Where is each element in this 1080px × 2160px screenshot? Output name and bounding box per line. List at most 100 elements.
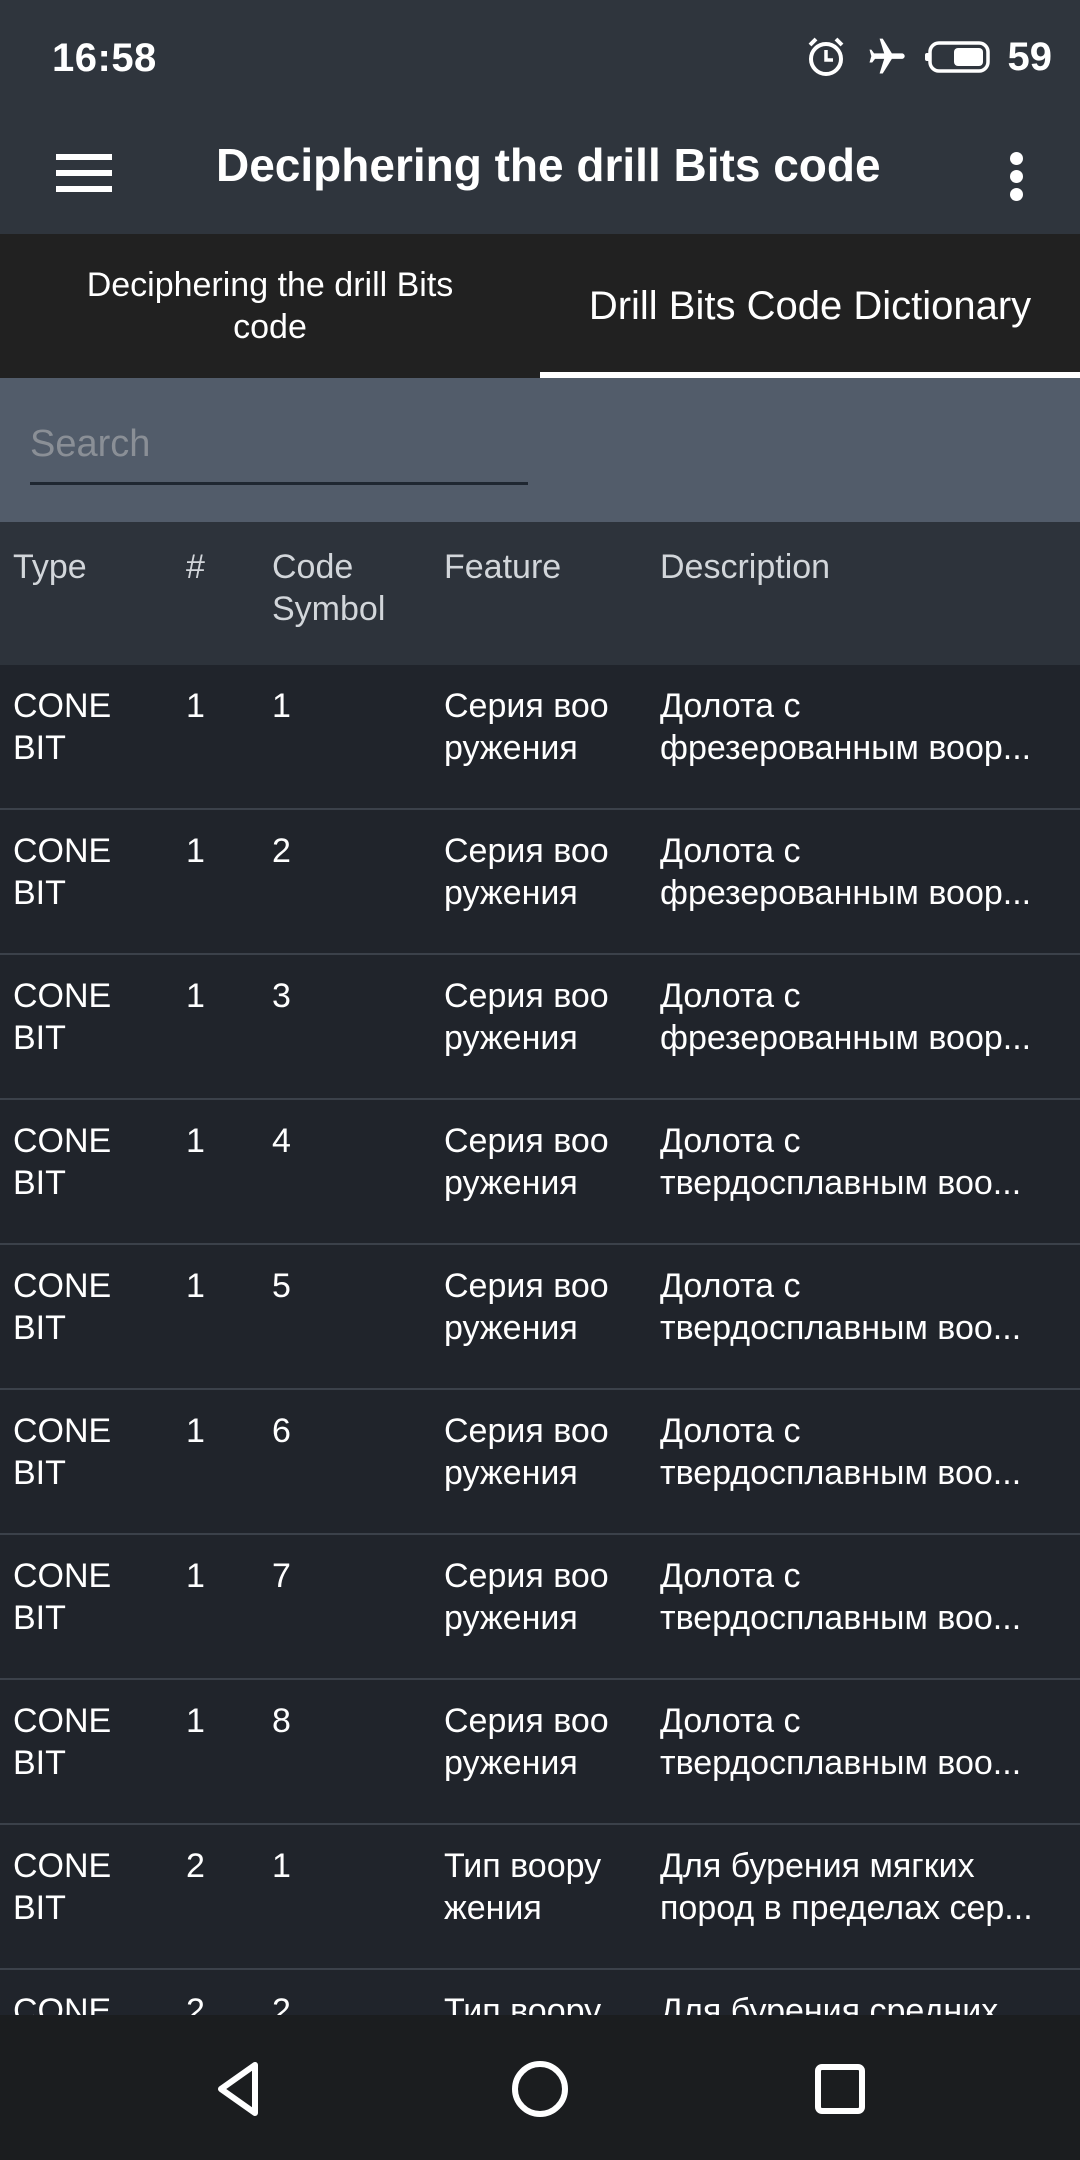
table-row[interactable]: CONE BIT 1 2 Серия воо ружения Долота с фрезе…	[0, 810, 1080, 955]
description-line: Для бурения мягких	[660, 1847, 975, 1885]
cell-code-symbol: 2	[272, 832, 291, 870]
cell-number: 1	[186, 832, 205, 870]
description-line: фрезерованным воор...	[660, 729, 1032, 767]
cell-feature: Серия воо ружения	[444, 1557, 609, 1637]
column-header-type[interactable]: Type	[13, 546, 163, 588]
table-row[interactable]: CONE BIT 1 7 Серия воо ружения Долота с тверд…	[0, 1535, 1080, 1680]
alarm-icon	[804, 35, 848, 79]
back-icon[interactable]	[196, 2049, 286, 2129]
app-bar: Deciphering the drill Bits code	[0, 112, 1080, 234]
description-line: фрезерованным воор...	[660, 1019, 1032, 1057]
battery-icon	[924, 39, 992, 75]
cell-number: 1	[186, 977, 205, 1015]
search-input[interactable]	[30, 422, 528, 466]
description-line: твердосплавным воо...	[660, 1599, 1022, 1637]
cell-code-symbol: 6	[272, 1412, 291, 1450]
table-body: CONE BIT 1 1 Серия воо ружения Долота с фрезе…	[0, 665, 1080, 2115]
cell-type: CONE BIT	[13, 977, 112, 1057]
description-line: Долота с	[660, 1557, 801, 1595]
status-time: 16:58	[52, 36, 157, 80]
tab-bar: Deciphering the drill Bits code Drill Bi…	[0, 234, 1080, 378]
description-line: Долота с	[660, 1267, 801, 1305]
column-header-feature[interactable]: Feature	[444, 546, 644, 588]
cell-code-symbol: 4	[272, 1122, 291, 1160]
description-line: Долота с	[660, 1702, 801, 1740]
tab-label: Deciphering the drill Bits code	[86, 266, 454, 346]
home-icon[interactable]	[495, 2049, 585, 2129]
cell-feature: Серия воо ружения	[444, 687, 609, 767]
column-header-number[interactable]: #	[186, 546, 246, 588]
cell-type: CONE BIT	[13, 1122, 112, 1202]
cell-type: CONE BIT	[13, 687, 112, 767]
cell-number: 1	[186, 1702, 205, 1740]
cell-type: CONE BIT	[13, 1847, 112, 1927]
cell-description: Долота с твердосплавным воо...	[660, 1265, 1060, 1349]
cell-feature: Серия воо ружения	[444, 1267, 609, 1347]
description-line: Долота с	[660, 1122, 801, 1160]
cell-feature: Серия воо ружения	[444, 1702, 609, 1782]
table-row[interactable]: CONE BIT 1 5 Серия воо ружения Долота с тверд…	[0, 1245, 1080, 1390]
tab-dictionary[interactable]: Drill Bits Code Dictionary	[540, 234, 1080, 378]
cell-type: CONE BIT	[13, 1412, 112, 1492]
table-row[interactable]: CONE BIT 2 1 Тип воору жения Для бурения мяг…	[0, 1825, 1080, 1970]
table-row[interactable]: CONE BIT 1 8 Серия воо ружения Долота с тверд…	[0, 1680, 1080, 1825]
cell-type: CONE BIT	[13, 1557, 112, 1637]
cell-number: 1	[186, 1557, 205, 1595]
cell-feature: Тип воору жения	[444, 1847, 602, 1927]
table-row[interactable]: CONE BIT 1 1 Серия воо ружения Долота с фрезе…	[0, 665, 1080, 810]
description-line: твердосплавным воо...	[660, 1164, 1022, 1202]
cell-code-symbol: 5	[272, 1267, 291, 1305]
table-row[interactable]: CONE BIT 1 6 Серия воо ружения Долота с тверд…	[0, 1390, 1080, 1535]
cell-description: Долота с фрезерованным воор...	[660, 830, 1060, 914]
app-title: Deciphering the drill Bits code	[216, 139, 881, 191]
tab-label: Drill Bits Code Dictionary	[588, 283, 1032, 328]
cell-code-symbol: 7	[272, 1557, 291, 1595]
cell-description: Долота с фрезерованным воор...	[660, 975, 1060, 1059]
cell-code-symbol: 8	[272, 1702, 291, 1740]
description-line: Долота с	[660, 977, 801, 1015]
cell-feature: Серия воо ружения	[444, 977, 609, 1057]
cell-feature: Серия воо ружения	[444, 1122, 609, 1202]
description-line: твердосплавным воо...	[660, 1744, 1022, 1782]
navigation-bar	[0, 2015, 1080, 2160]
cell-feature: Серия воо ружения	[444, 832, 609, 912]
more-vert-icon[interactable]	[992, 136, 1040, 216]
cell-number: 1	[186, 1122, 205, 1160]
description-line: пород в пределах сер...	[660, 1889, 1033, 1927]
description-line: Долота с	[660, 687, 801, 725]
recents-icon[interactable]	[795, 2049, 885, 2129]
cell-description: Долота с твердосплавным воо...	[660, 1700, 1060, 1784]
table-row[interactable]: CONE BIT 1 4 Серия воо ружения Долота с тверд…	[0, 1100, 1080, 1245]
table-header: Type # Code Symbol Feature Description	[0, 522, 1080, 665]
cell-code-symbol: 3	[272, 977, 291, 1015]
battery-percent: 59	[1007, 34, 1053, 79]
description-line: твердосплавным воо...	[660, 1309, 1022, 1347]
description-line: Долота с	[660, 1412, 801, 1450]
dictionary-table: Type # Code Symbol Feature Description C…	[0, 522, 1080, 2115]
column-header-description[interactable]: Description	[660, 546, 1060, 588]
cell-number: 1	[186, 687, 205, 725]
cell-number: 1	[186, 1412, 205, 1450]
cell-code-symbol: 1	[272, 1847, 291, 1885]
cell-number: 1	[186, 1267, 205, 1305]
table-row[interactable]: CONE BIT 1 3 Серия воо ружения Долота с фрезе…	[0, 955, 1080, 1100]
cell-description: Долота с твердосплавным воо...	[660, 1410, 1060, 1494]
cell-number: 2	[186, 1847, 205, 1885]
column-header-code-symbol[interactable]: Code Symbol	[272, 546, 402, 630]
cell-type: CONE BIT	[13, 1267, 112, 1347]
cell-description: Долота с твердосплавным воо...	[660, 1120, 1060, 1204]
tab-deciphering[interactable]: Deciphering the drill Bits code	[0, 234, 540, 378]
description-line: твердосплавным воо...	[660, 1454, 1022, 1492]
status-icons: 59	[804, 32, 1053, 82]
description-line: Долота с	[660, 832, 801, 870]
cell-type: CONE BIT	[13, 1702, 112, 1782]
description-line: фрезерованным воор...	[660, 874, 1032, 912]
cell-description: Долота с твердосплавным воо...	[660, 1555, 1060, 1639]
search-bar	[0, 378, 1080, 522]
cell-code-symbol: 1	[272, 687, 291, 725]
cell-feature: Серия воо ружения	[444, 1412, 609, 1492]
hamburger-menu-icon[interactable]	[40, 134, 128, 212]
search-underline	[30, 482, 528, 485]
status-bar: 16:58 59	[0, 0, 1080, 112]
cell-description: Для бурения мягких пород в пределах сер..…	[660, 1845, 1060, 1929]
